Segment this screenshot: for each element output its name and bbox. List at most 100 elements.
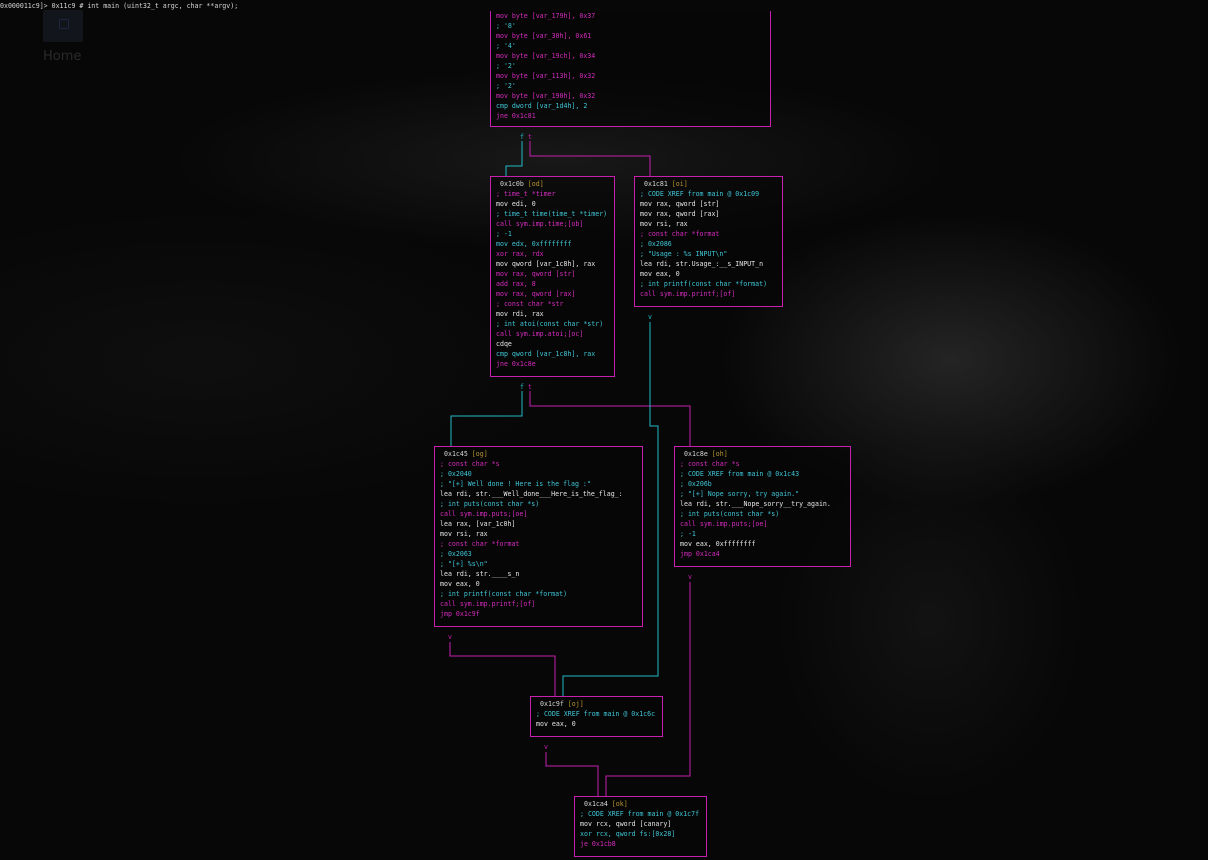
- node-header: 0x1c45 [og]: [440, 449, 637, 459]
- edge-label-true: t: [528, 133, 532, 141]
- asm-line: je 0x1cb8: [580, 840, 616, 848]
- asm-line: ; const char *format: [440, 540, 520, 548]
- asm-line: call sym.imp.printf;[of]: [440, 600, 536, 608]
- edge-od-oh: [529, 391, 691, 446]
- asm-line: jmp 0x1c9f: [440, 610, 480, 618]
- asm-line: mov rsi, rax: [440, 530, 488, 538]
- asm-line: ; "[+] Nope sorry, try again.": [680, 490, 800, 498]
- asm-line: jmp 0x1ca4: [680, 550, 720, 558]
- node-address: 0x1ca4: [584, 800, 608, 808]
- graph-node[interactable]: 0x1c0b [od]; time_t *timer mov edi, 0; ti…: [490, 176, 615, 377]
- asm-line: call sym.imp.puts;[oe]: [680, 520, 768, 528]
- node-header: 0x1c9f [oj]: [536, 699, 657, 709]
- edge-arrow-down: v: [544, 743, 548, 751]
- asm-line: mov qword [var_1c8h], rax: [496, 260, 596, 268]
- node-address: 0x1c81: [644, 180, 668, 188]
- asm-line: lea rdi, str.Usage_:__s_INPUT_n: [640, 260, 764, 268]
- asm-line: ; "[+] %s\n": [440, 560, 488, 568]
- asm-line: mov rdi, rax: [496, 310, 544, 318]
- node-header: 0x1ca4 [ok]: [580, 799, 701, 809]
- asm-line: ; '2': [496, 62, 516, 70]
- asm-line: jne 0x1c8e: [496, 360, 536, 368]
- node-address: 0x1c0b: [500, 180, 524, 188]
- asm-line: call sym.imp.puts;[oe]: [440, 510, 528, 518]
- asm-line: mov eax, 0: [536, 720, 576, 728]
- asm-line: call sym.imp.printf;[of]: [640, 290, 736, 298]
- asm-line: ; CODE XREF from main @ 0x1c7f: [580, 810, 700, 818]
- asm-line: call sym.imp.time;[ob]: [496, 220, 584, 228]
- graph-node[interactable]: mov byte [var_179h], 0x37 ; '8' mov byte […: [490, 11, 771, 127]
- edge-label-true: t: [528, 383, 532, 391]
- graph-node[interactable]: 0x1c81 [oi]; CODE XREF from main @ 0x1c0…: [634, 176, 783, 307]
- asm-line: ; CODE XREF from main @ 0x1c6c: [536, 710, 656, 718]
- asm-line: mov rax, qword [str]: [640, 200, 720, 208]
- graph-node[interactable]: 0x1c45 [og]; const char *s; 0x2040; "[+]…: [434, 446, 643, 627]
- asm-line: mov eax, 0: [440, 580, 480, 588]
- node-tag: [ok]: [611, 800, 628, 808]
- edge-arrow-down: v: [448, 633, 452, 641]
- node-address: 0x1c45: [444, 450, 468, 458]
- asm-line: mov rax, qword [rax]: [496, 290, 576, 298]
- edge-arrow-down: v: [688, 573, 692, 581]
- asm-line: ; int puts(const char *s): [680, 510, 780, 518]
- graph-node[interactable]: 0x1ca4 [ok]; CODE XREF from main @ 0x1c7…: [574, 796, 707, 857]
- node-header: 0x1c81 [oi]: [640, 179, 777, 189]
- asm-line: ; -1: [680, 530, 696, 538]
- asm-line: call sym.imp.atoi;[oc]: [496, 330, 584, 338]
- edge-top-od: [505, 141, 523, 176]
- graph-node[interactable]: 0x1c8e [oh]; const char *s ; CODE XREF fr…: [674, 446, 851, 567]
- asm-line: ; 0x2063: [440, 550, 472, 558]
- asm-line: lea rdi, str.___Well_done___Here_is_the_…: [440, 490, 623, 498]
- asm-line: mov byte [var_179h], 0x37: [496, 12, 596, 20]
- asm-line: ; time_t time(time_t *timer): [496, 210, 608, 218]
- edge-label-false: f: [520, 133, 524, 141]
- asm-line: lea rdi, str.___Nope_sorry__try_again.: [680, 500, 831, 508]
- asm-line: ; '8': [496, 22, 516, 30]
- asm-line: mov byte [var_113h], 0x32: [496, 72, 596, 80]
- asm-line: ; "Usage : %s INPUT\n": [640, 250, 728, 258]
- asm-line: ; int atoi(const char *str): [496, 320, 604, 328]
- node-tag: [oi]: [671, 180, 688, 188]
- asm-line: ; '4': [496, 42, 516, 50]
- asm-line: mov rax, qword [rax]: [640, 210, 720, 218]
- asm-line: mov eax, 0: [640, 270, 680, 278]
- edge-arrow-down: v: [648, 313, 652, 321]
- edge-od-og: [450, 391, 523, 446]
- node-header: 0x1c8e [oh]: [680, 449, 845, 459]
- asm-line: ; CODE XREF from main @ 0x1c43: [680, 470, 800, 478]
- asm-line: jne 0x1c81: [496, 112, 536, 120]
- asm-line: xor rax, rdx: [496, 250, 544, 258]
- asm-line: ; const char *s: [440, 460, 500, 468]
- asm-line: lea rdi, str.____s_n: [440, 570, 520, 578]
- asm-line: ; const char *s: [680, 460, 740, 468]
- asm-line: mov rax, qword [str]: [496, 270, 576, 278]
- node-tag: [og]: [471, 450, 488, 458]
- asm-line: mov rsi, rax: [640, 220, 688, 228]
- asm-line: ; -1: [496, 230, 512, 238]
- edge-oj-ok: [545, 752, 599, 796]
- asm-line: cmp qword [var_1c8h], rax: [496, 350, 596, 358]
- asm-line: cmp dword [var_1d4h], 2: [496, 102, 588, 110]
- asm-line: ; int puts(const char *s): [440, 500, 540, 508]
- asm-line: add rax, 8: [496, 280, 536, 288]
- asm-line: ; 0x2086: [640, 240, 672, 248]
- asm-line: ; time_t *timer: [496, 190, 556, 198]
- asm-line: ; const char *str: [496, 300, 564, 308]
- asm-line: ; CODE XREF from main @ 0x1c09: [640, 190, 760, 198]
- node-tag: [od]: [527, 180, 544, 188]
- asm-line: ; int printf(const char *format): [640, 280, 768, 288]
- asm-line: mov edi, 0: [496, 200, 536, 208]
- node-tag: [oj]: [567, 700, 584, 708]
- graph-node[interactable]: 0x1c9f [oj]; CODE XREF from main @ 0x1c6…: [530, 696, 663, 737]
- asm-line: mov byte [var_30h], 0x61: [496, 32, 592, 40]
- asm-line: lea rax, [var_1c0h]: [440, 520, 516, 528]
- asm-line: mov byte [var_19ch], 0x34: [496, 52, 596, 60]
- asm-line: cdqe: [496, 340, 512, 348]
- asm-line: ; int printf(const char *format): [440, 590, 568, 598]
- edge-label-false: f: [520, 383, 524, 391]
- asm-line: mov edx, 0xffffffff: [496, 240, 572, 248]
- asm-line: xor rcx, qword fs:[0x28]: [580, 830, 676, 838]
- node-header: 0x1c0b [od]: [496, 179, 609, 189]
- asm-line: mov byte [var_190h], 0x32: [496, 92, 596, 100]
- asm-line: ; 0x2040: [440, 470, 472, 478]
